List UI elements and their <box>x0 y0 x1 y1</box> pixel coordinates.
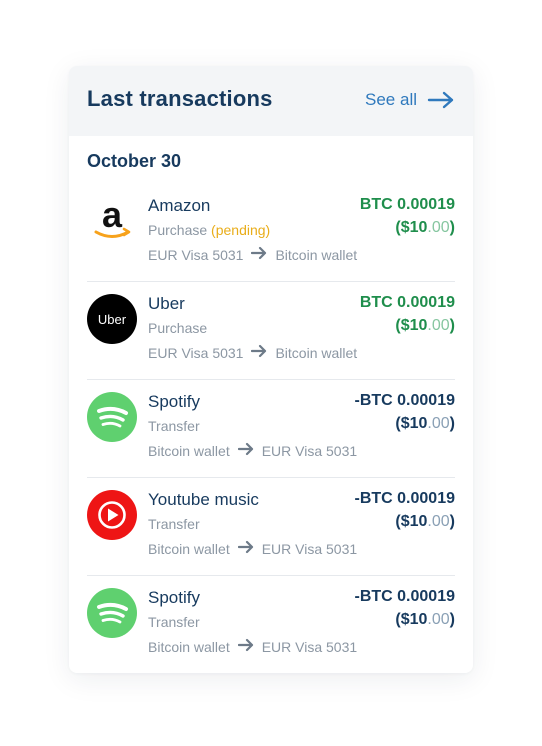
route-from: EUR Visa 5031 <box>148 344 244 361</box>
see-all-link[interactable]: See all <box>365 90 455 110</box>
pending-status: (pending) <box>211 222 271 238</box>
fiat-cents: .00 <box>427 513 450 530</box>
arrow-right-icon <box>251 246 267 263</box>
card-header: Last transactions See all <box>69 66 473 136</box>
transaction-route: Bitcoin wallet EUR Visa 5031 <box>148 442 357 459</box>
route-from: Bitcoin wallet <box>148 442 230 459</box>
transaction-route: Bitcoin wallet EUR Visa 5031 <box>148 540 357 557</box>
merchant-name: Youtube music <box>148 490 259 509</box>
fiat-amount: ($10.00) <box>395 317 455 335</box>
fiat-cents: .00 <box>427 317 450 334</box>
transaction-route: EUR Visa 5031 Bitcoin wallet <box>148 246 357 263</box>
btc-amount: -BTC 0.00019 <box>354 588 456 605</box>
fiat-whole: ($10 <box>395 611 428 628</box>
spotify-logo-icon <box>87 392 137 442</box>
fiat-close: ) <box>449 513 455 530</box>
arrow-right-icon <box>237 442 254 459</box>
transactions-card: Last transactions See all October 30 a A… <box>69 66 473 673</box>
transaction-row[interactable]: a Amazon Purchase (pending) EUR Visa 503… <box>87 183 455 282</box>
transaction-row[interactable]: Youtube music Transfer Bitcoin wallet EU… <box>87 477 455 576</box>
arrow-right-icon <box>427 91 455 109</box>
transaction-route: EUR Visa 5031 Bitcoin wallet <box>148 344 357 361</box>
merchant-name: Amazon <box>148 196 211 215</box>
route-to: EUR Visa 5031 <box>261 540 358 557</box>
transaction-type: Transfer <box>148 614 200 630</box>
transaction-type: Transfer <box>148 418 200 434</box>
fiat-whole: ($10 <box>395 317 428 334</box>
svg-text:a: a <box>102 196 123 235</box>
route-to: Bitcoin wallet <box>275 246 358 263</box>
transactions-panel: October 30 a Amazon Purchase (pending) E… <box>69 136 473 673</box>
route-to: EUR Visa 5031 <box>261 638 358 655</box>
uber-logo-text: Uber <box>97 311 127 327</box>
spotify-logo-icon <box>87 588 137 638</box>
amazon-logo-icon: a <box>87 196 137 246</box>
youtube-music-logo-icon <box>87 490 137 540</box>
fiat-amount: ($10.00) <box>395 611 455 629</box>
route-to: EUR Visa 5031 <box>261 442 358 459</box>
route-from: EUR Visa 5031 <box>148 246 244 263</box>
fiat-whole: ($10 <box>395 219 428 236</box>
route-from: Bitcoin wallet <box>148 638 230 655</box>
btc-amount: BTC 0.00019 <box>359 196 455 213</box>
merchant-name: Spotify <box>148 392 200 411</box>
merchant-name: Uber <box>148 294 185 313</box>
arrow-right-icon <box>237 540 254 557</box>
fiat-amount: ($10.00) <box>395 415 455 433</box>
fiat-whole: ($10 <box>395 415 428 432</box>
transaction-type: Purchase <box>148 320 208 336</box>
transaction-type-label: Purchase <box>148 222 208 238</box>
fiat-amount: ($10.00) <box>395 513 455 531</box>
card-title: Last transactions <box>87 86 273 111</box>
transaction-row[interactable]: Uber Uber Purchase EUR Visa 5031 Bitcoin… <box>87 281 455 380</box>
fiat-close: ) <box>449 611 455 628</box>
uber-logo-icon: Uber <box>87 294 137 344</box>
date-group-label: October 30 <box>87 151 182 171</box>
see-all-label: See all <box>365 90 417 109</box>
fiat-cents: .00 <box>427 219 450 236</box>
arrow-right-icon <box>237 638 254 655</box>
fiat-close: ) <box>449 219 455 236</box>
fiat-amount: ($10.00) <box>395 219 455 237</box>
transaction-row[interactable]: Spotify Transfer Bitcoin wallet EUR Visa… <box>87 379 455 478</box>
arrow-right-icon <box>251 344 267 361</box>
btc-amount: BTC 0.00019 <box>359 294 455 311</box>
btc-amount: -BTC 0.00019 <box>354 490 456 507</box>
fiat-whole: ($10 <box>395 513 428 530</box>
fiat-cents: .00 <box>427 415 450 432</box>
transaction-route: Bitcoin wallet EUR Visa 5031 <box>148 638 357 655</box>
route-from: Bitcoin wallet <box>148 540 230 557</box>
transaction-type: Purchase (pending) <box>148 222 270 238</box>
fiat-cents: .00 <box>427 611 450 628</box>
fiat-close: ) <box>449 415 455 432</box>
transaction-type: Transfer <box>148 516 200 532</box>
route-to: Bitcoin wallet <box>275 344 358 361</box>
fiat-close: ) <box>449 317 455 334</box>
btc-amount: -BTC 0.00019 <box>354 392 456 409</box>
transaction-row[interactable]: Spotify Transfer Bitcoin wallet EUR Visa… <box>87 575 455 673</box>
merchant-name: Spotify <box>148 588 200 607</box>
